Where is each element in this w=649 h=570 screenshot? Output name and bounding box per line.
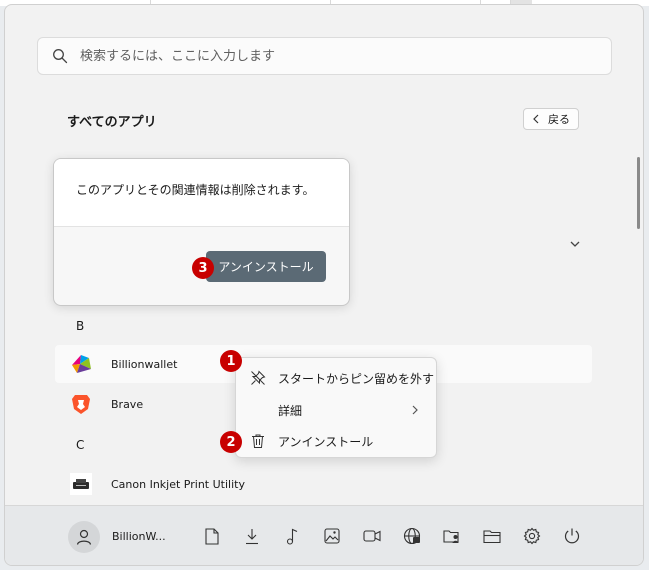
- music-icon: [286, 528, 298, 545]
- dialog-message: このアプリとその関連情報は削除されます。: [76, 183, 315, 197]
- group-letter-c[interactable]: C: [76, 438, 84, 452]
- chevron-right-icon: [412, 405, 418, 415]
- user-name[interactable]: BillionW...: [112, 530, 166, 543]
- uninstall-confirm-dialog: このアプリとその関連情報は削除されます。 アンインストール: [53, 158, 350, 306]
- chevron-left-icon: [533, 114, 539, 124]
- file-explorer-button[interactable]: [482, 526, 502, 546]
- step-badge-2: 2: [220, 431, 242, 453]
- all-apps-title: すべてのアプリ: [67, 115, 157, 130]
- start-footer: BillionW...: [5, 505, 643, 565]
- network-icon: [403, 527, 421, 545]
- menu-item-details[interactable]: 詳細: [236, 394, 436, 426]
- documents-button[interactable]: [202, 526, 222, 546]
- unpin-icon: [251, 370, 266, 385]
- confirm-uninstall-button[interactable]: アンインストール: [206, 251, 326, 282]
- brave-app-icon: [72, 395, 90, 414]
- app-name: Brave: [111, 397, 144, 411]
- start-menu: すべてのアプリ 戻る このアプリとその関連情報は削除されます。 アンインストール…: [4, 4, 644, 566]
- trash-icon: [252, 434, 264, 448]
- back-button-label: 戻る: [548, 113, 570, 126]
- app-name: Canon Inkjet Print Utility: [111, 477, 245, 491]
- videos-button[interactable]: [362, 526, 382, 546]
- printer-app-icon: [70, 473, 92, 495]
- menu-item-uninstall[interactable]: アンインストール: [236, 425, 436, 457]
- music-button[interactable]: [282, 526, 302, 546]
- pictures-icon: [324, 528, 340, 544]
- file-explorer-icon: [483, 529, 501, 543]
- app-name: Billionwallet: [111, 357, 178, 371]
- back-button[interactable]: 戻る: [523, 108, 579, 130]
- billionwallet-app-icon: [72, 355, 91, 373]
- search-input[interactable]: [80, 48, 560, 64]
- search-icon: [53, 49, 68, 64]
- menu-item-unpin[interactable]: スタートからピン留めを外す: [236, 362, 436, 394]
- user-icon: [76, 529, 92, 545]
- scrollbar-thumb[interactable]: [637, 157, 640, 229]
- settings-icon: [523, 527, 541, 545]
- power-icon: [564, 528, 580, 544]
- power-button[interactable]: [562, 526, 582, 546]
- download-icon: [246, 528, 258, 544]
- app-item-canon-inkjet-print-utility[interactable]: Canon Inkjet Print Utility: [55, 465, 592, 503]
- settings-button[interactable]: [522, 526, 542, 546]
- pictures-button[interactable]: [322, 526, 342, 546]
- network-button[interactable]: [402, 526, 422, 546]
- video-icon: [363, 530, 381, 542]
- menu-item-label: アンインストール: [278, 434, 374, 449]
- personal-folder-button[interactable]: [442, 526, 462, 546]
- search-box[interactable]: [37, 37, 612, 75]
- dialog-message-area: このアプリとその関連情報は削除されます。: [54, 159, 349, 227]
- downloads-button[interactable]: [242, 526, 262, 546]
- document-icon: [205, 527, 219, 545]
- menu-item-label: 詳細: [278, 403, 303, 418]
- context-menu: スタートからピン留めを外す 詳細 アンインストール: [235, 357, 437, 458]
- personal-folder-icon: [443, 530, 459, 543]
- step-badge-3: 3: [192, 257, 214, 279]
- user-avatar[interactable]: [68, 521, 100, 553]
- menu-item-label: スタートからピン留めを外す: [278, 371, 435, 386]
- chevron-down-icon[interactable]: [569, 238, 581, 250]
- group-letter-b[interactable]: B: [76, 319, 84, 333]
- step-badge-1: 1: [220, 350, 242, 372]
